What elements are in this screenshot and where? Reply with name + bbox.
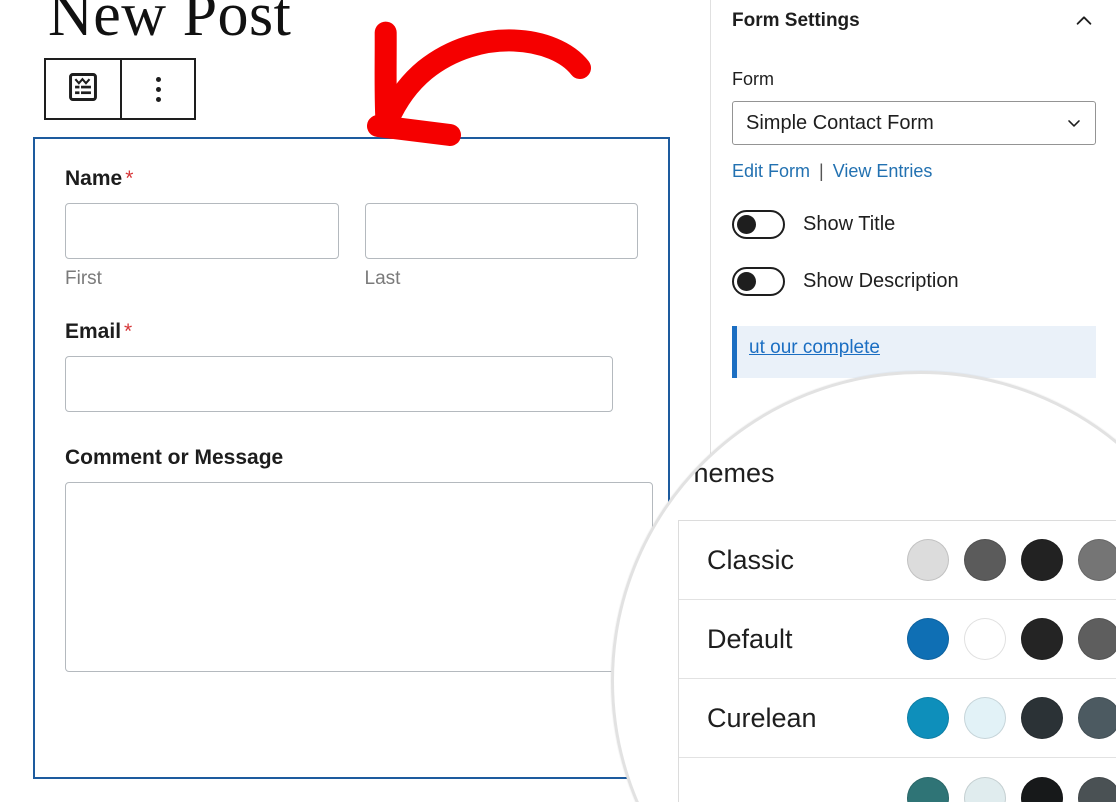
theme-swatches xyxy=(907,776,1116,802)
notice-link[interactable]: ut our complete xyxy=(749,337,880,358)
toggle-knob xyxy=(737,272,756,291)
theme-swatch xyxy=(964,618,1006,660)
theme-swatches xyxy=(907,618,1116,660)
more-options-button[interactable] xyxy=(120,60,194,118)
theme-row-partial[interactable] xyxy=(679,758,1116,802)
field-label-name: Name * xyxy=(65,167,638,191)
theme-swatch xyxy=(907,618,949,660)
theme-swatches xyxy=(907,697,1116,739)
field-label-comment: Comment or Message xyxy=(65,446,284,469)
panel-header: Form Settings xyxy=(732,0,1095,34)
last-name-sublabel: Last xyxy=(364,268,401,289)
themes-list: Classic Default Curelean xyxy=(678,520,1116,802)
theme-swatch xyxy=(1021,776,1063,802)
form-action-links: Edit Form | View Entries xyxy=(732,161,1095,182)
required-asterisk: * xyxy=(124,320,133,343)
editor-canvas: New Post Name * First Last Email * Comme… xyxy=(0,0,710,802)
theme-swatch xyxy=(1021,697,1063,739)
field-comment-or-message: Comment or Message xyxy=(65,446,653,672)
theme-swatch xyxy=(1021,618,1063,660)
show-title-label: Show Title xyxy=(803,213,896,235)
theme-swatch xyxy=(907,776,949,802)
toggle-row-show-title: Show Title xyxy=(732,210,1095,239)
theme-name: Default xyxy=(707,623,793,654)
themes-heading: Themes xyxy=(677,458,775,488)
form-select[interactable]: Simple Contact Form xyxy=(732,101,1096,145)
theme-swatch xyxy=(1078,618,1116,660)
page-title[interactable]: New Post xyxy=(48,0,291,46)
required-asterisk: * xyxy=(125,167,134,190)
theme-name: Curelean xyxy=(707,702,817,733)
name-subfield-row: First Last xyxy=(65,203,638,290)
link-separator: | xyxy=(819,161,824,181)
theme-row-curelean[interactable]: Curelean xyxy=(679,679,1116,758)
show-description-label: Show Description xyxy=(803,270,959,292)
magnifier-lens: Themes Classic Default Curelean xyxy=(611,371,1116,802)
first-name-input[interactable] xyxy=(65,203,339,259)
theme-swatches xyxy=(907,539,1116,581)
theme-row-classic[interactable]: Classic xyxy=(679,521,1116,600)
form-block-icon xyxy=(66,70,100,109)
theme-swatch xyxy=(1078,539,1116,581)
red-annotation-arrow xyxy=(367,21,591,146)
show-title-toggle[interactable] xyxy=(732,210,785,239)
name-last-group: Last xyxy=(364,203,638,290)
wordpress-block-editor-screenshot: New Post Name * First Last Email * Comme… xyxy=(0,0,1116,802)
theme-swatch xyxy=(907,697,949,739)
view-entries-link[interactable]: View Entries xyxy=(833,161,933,182)
field-label-name-text: Name xyxy=(65,167,123,190)
chevron-up-icon[interactable] xyxy=(1073,10,1095,32)
wpforms-form-block[interactable]: Name * First Last Email * Comment or Mes… xyxy=(33,137,670,779)
show-description-toggle[interactable] xyxy=(732,267,785,296)
more-options-vertical-dots-icon xyxy=(155,76,161,102)
form-select-value: Simple Contact Form xyxy=(746,111,934,134)
toggle-row-show-description: Show Description xyxy=(732,267,1095,296)
theme-row-default[interactable]: Default xyxy=(679,600,1116,679)
form-select-label: Form xyxy=(732,69,774,89)
toggle-knob xyxy=(737,215,756,234)
last-name-input[interactable] xyxy=(364,203,638,259)
panel-title: Form Settings xyxy=(732,10,860,31)
name-first-group: First xyxy=(65,203,339,290)
field-name: Name * First Last xyxy=(65,167,638,290)
first-name-sublabel: First xyxy=(65,268,102,289)
field-email: Email * xyxy=(65,320,638,412)
theme-swatch xyxy=(1078,697,1116,739)
field-label-email: Email * xyxy=(65,320,638,344)
email-field[interactable] xyxy=(65,356,613,412)
block-toolbar xyxy=(44,58,196,120)
magnified-content: Themes Classic Default Curelean xyxy=(614,374,1116,802)
theme-swatch xyxy=(1078,776,1116,802)
theme-swatch xyxy=(964,697,1006,739)
theme-swatch xyxy=(907,539,949,581)
theme-swatch xyxy=(964,539,1006,581)
theme-swatch xyxy=(964,776,1006,802)
block-type-button[interactable] xyxy=(46,60,120,118)
theme-name: Classic xyxy=(707,544,795,575)
field-label-email-text: Email xyxy=(65,320,122,343)
theme-swatch xyxy=(1021,539,1063,581)
comment-textarea[interactable] xyxy=(65,482,653,672)
chevron-down-icon xyxy=(1068,120,1080,127)
edit-form-link[interactable]: Edit Form xyxy=(732,161,810,182)
